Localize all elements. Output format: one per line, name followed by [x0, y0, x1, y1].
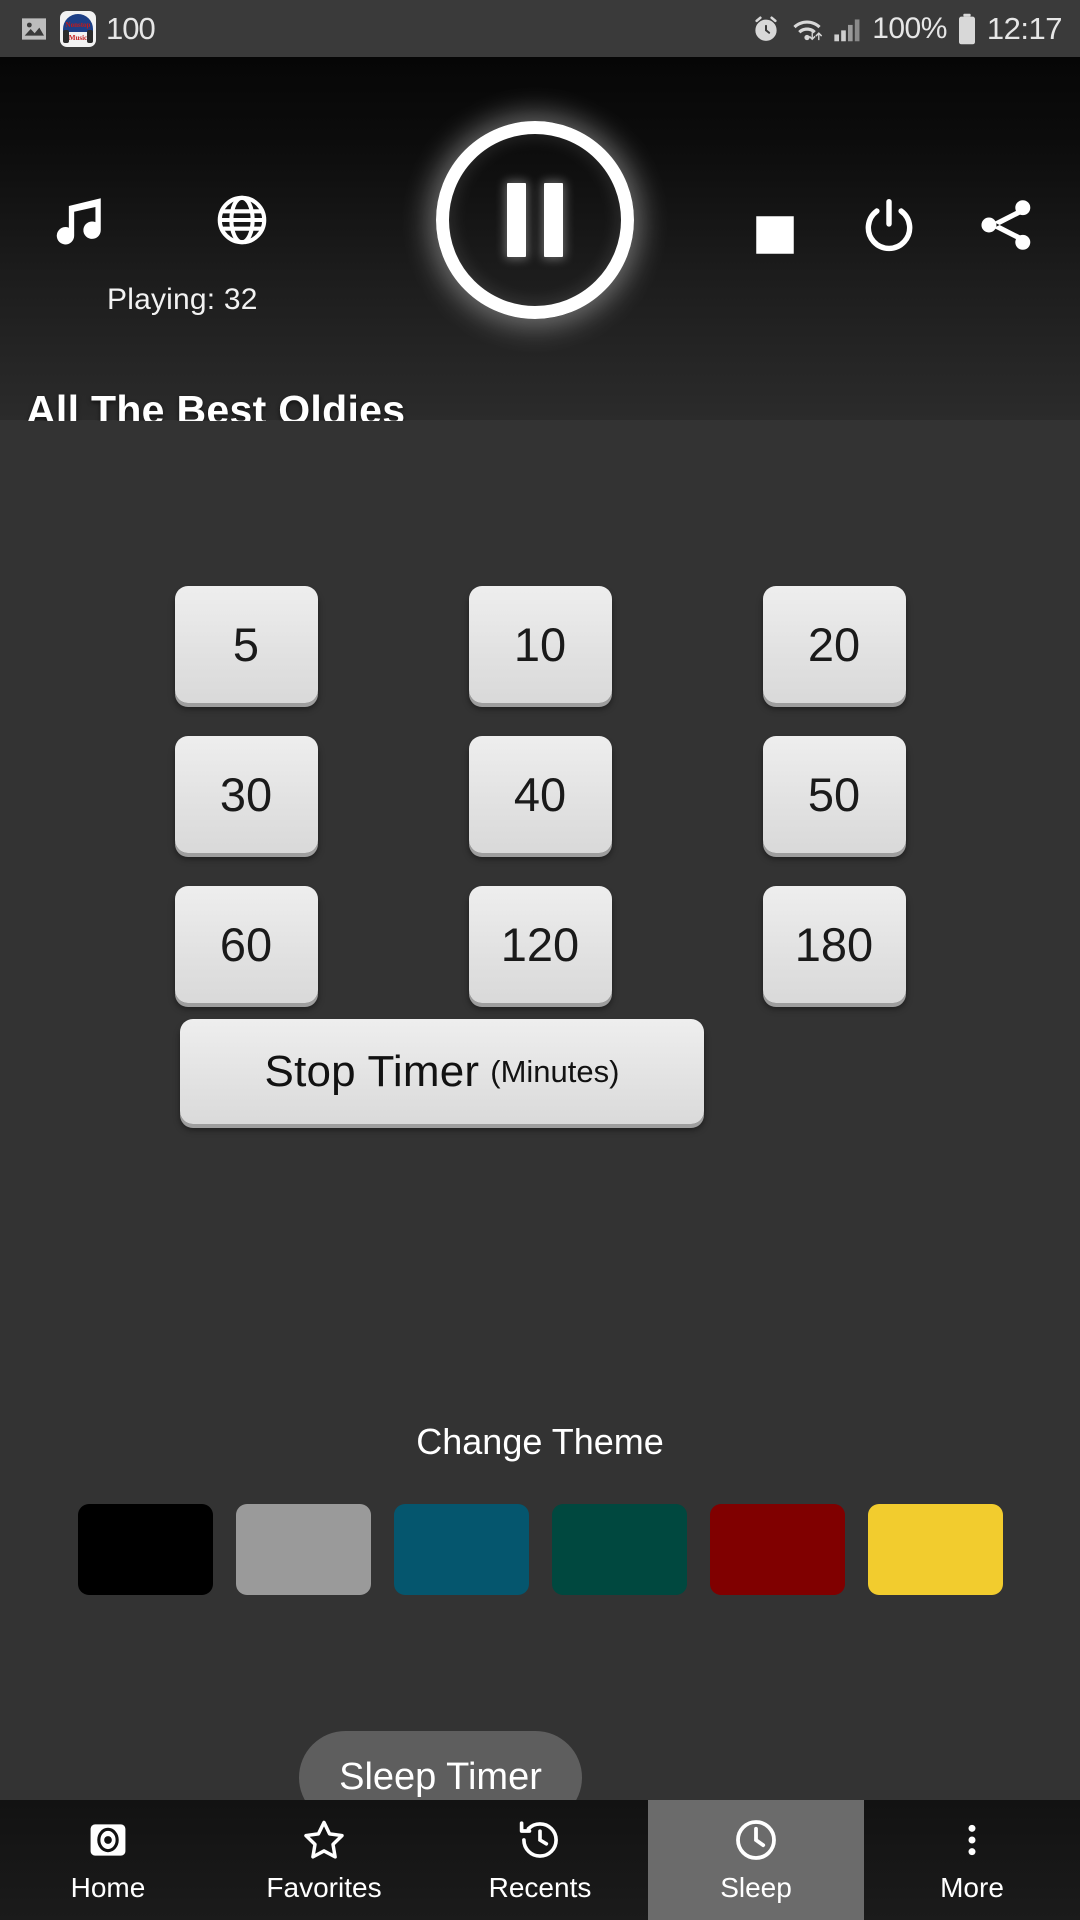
- stop-timer-label: Stop Timer: [264, 1046, 480, 1096]
- nav-label-home: Home: [70, 1871, 146, 1903]
- nav-label-favorites: Favorites: [266, 1871, 382, 1903]
- globe-icon[interactable]: [213, 191, 271, 249]
- change-theme-label: Change Theme: [416, 1421, 664, 1462]
- timer-preset-button[interactable]: 10: [468, 586, 612, 703]
- notification-count: 100: [106, 10, 156, 46]
- share-icon[interactable]: [975, 194, 1037, 256]
- nav-item-sleep[interactable]: Sleep: [648, 1800, 864, 1920]
- music-note-icon[interactable]: [50, 189, 108, 251]
- nav-item-home[interactable]: Home: [0, 1800, 216, 1920]
- sleep-timer-screen: 5 10 20 30 40 50 60 120 180 Stop Timer (…: [0, 421, 1080, 1824]
- clock-time: 12:17: [986, 10, 1063, 46]
- pause-ring: [435, 120, 634, 319]
- nav-label-sleep: Sleep: [720, 1871, 792, 1903]
- nav-item-recents[interactable]: Recents: [432, 1800, 648, 1920]
- timer-preset-button[interactable]: 120: [468, 886, 612, 1003]
- pause-button[interactable]: [432, 117, 637, 322]
- theme-swatch-red[interactable]: [709, 1504, 845, 1595]
- theme-swatch-green[interactable]: [551, 1504, 687, 1595]
- timer-preset-grid: 5 10 20 30 40 50 60 120 180: [0, 586, 1080, 1003]
- power-icon[interactable]: [858, 195, 920, 257]
- timer-preset-button[interactable]: 20: [762, 586, 906, 703]
- theme-swatch-yellow[interactable]: [867, 1504, 1003, 1595]
- timer-preset-button[interactable]: 180: [762, 886, 906, 1003]
- player-header: Playing: 32 All The Best Oldies: [0, 57, 1080, 478]
- timer-row: 30 40 50: [0, 736, 1080, 853]
- image-icon: [18, 13, 50, 45]
- stop-icon[interactable]: [750, 210, 800, 260]
- status-bar: Nonstop Music 100 100% 12:17: [0, 0, 1080, 57]
- app-notification-icon: Nonstop Music: [60, 10, 96, 47]
- pause-bar-right: [543, 182, 563, 257]
- playing-count-label: Playing: 32: [107, 283, 258, 316]
- status-bar-left: Nonstop Music 100: [18, 10, 156, 47]
- alarm-icon: [751, 14, 781, 44]
- theme-swatch-blue[interactable]: [393, 1504, 529, 1595]
- nav-item-favorites[interactable]: Favorites: [216, 1800, 432, 1920]
- theme-swatch-row: [0, 1504, 1080, 1595]
- pause-bar-left: [506, 182, 526, 257]
- app-badge-text2: Music: [68, 33, 88, 42]
- clock-icon: [732, 1817, 780, 1863]
- stop-timer-button[interactable]: Stop Timer (Minutes): [180, 1019, 704, 1124]
- overflow-icon: [952, 1817, 992, 1863]
- timer-preset-button[interactable]: 5: [174, 586, 318, 703]
- theme-swatch-gray[interactable]: [235, 1504, 371, 1595]
- battery-percent: 100%: [872, 11, 947, 45]
- timer-row: 5 10 20: [0, 586, 1080, 703]
- timer-preset-button[interactable]: 60: [174, 886, 318, 1003]
- history-icon: [517, 1817, 563, 1863]
- battery-icon: [956, 13, 978, 45]
- signal-icon: [833, 15, 863, 43]
- bottom-navigation: Home Favorites Recents Sleep More: [0, 1800, 1080, 1920]
- wifi-icon: [790, 14, 824, 44]
- app-badge-text1: Nonstop: [65, 20, 91, 29]
- timer-preset-button[interactable]: 30: [174, 736, 318, 853]
- stop-timer-unit: (Minutes): [490, 1053, 620, 1089]
- theme-swatch-black[interactable]: [77, 1504, 213, 1595]
- timer-row: 60 120 180: [0, 886, 1080, 1003]
- status-bar-right: 100% 12:17: [751, 10, 1063, 47]
- radio-icon: [86, 1817, 130, 1863]
- nav-label-recents: Recents: [488, 1871, 592, 1903]
- nav-item-more[interactable]: More: [864, 1800, 1080, 1920]
- timer-preset-button[interactable]: 50: [762, 736, 906, 853]
- timer-preset-button[interactable]: 40: [468, 736, 612, 853]
- nav-label-more: More: [940, 1871, 1004, 1903]
- star-icon: [301, 1817, 347, 1863]
